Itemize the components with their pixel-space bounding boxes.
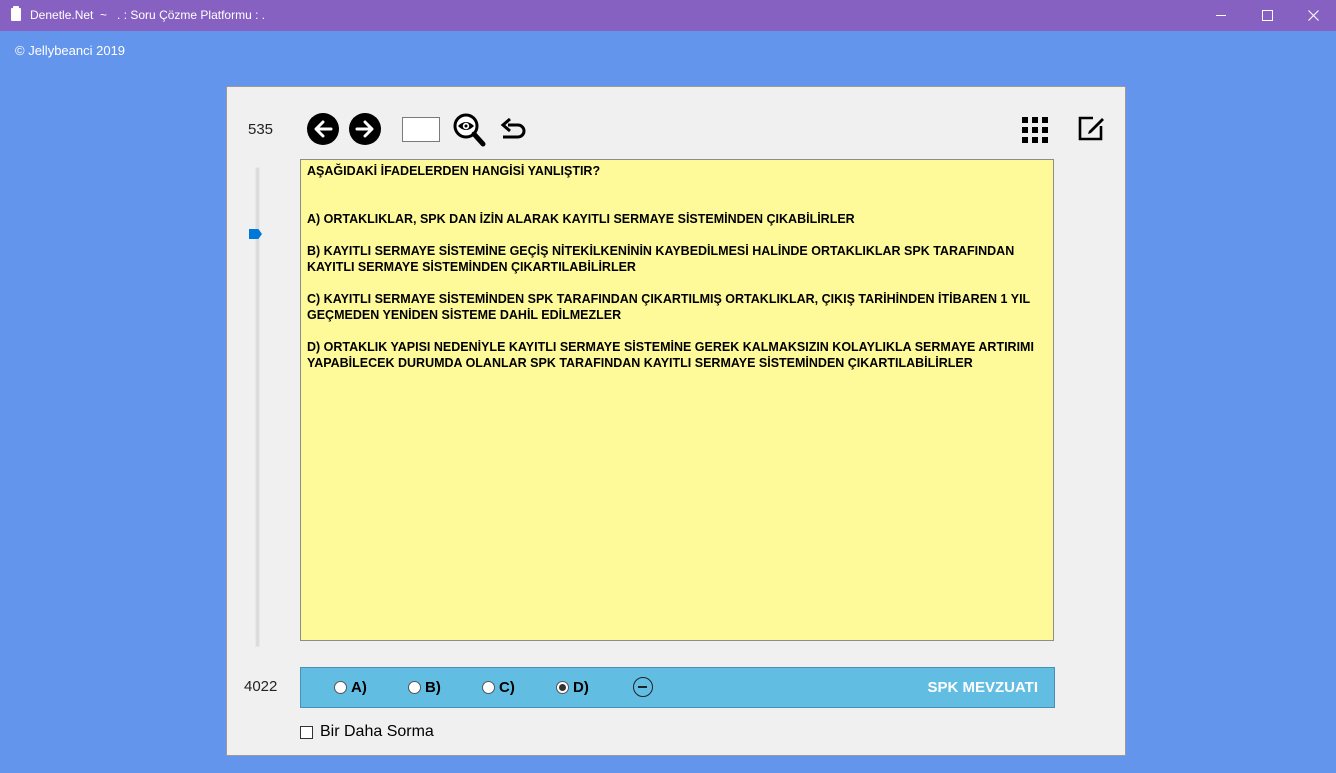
edit-button[interactable] [1077,113,1107,143]
topic-label: SPK MEVZUATI [927,679,1038,696]
question-option-b: B) KAYITLI SERMAYE SİSTEMİNE GEÇİŞ NİTEK… [307,244,1015,274]
question-stem: AŞAĞIDAKİ İFADELERDEN HANGİSİ YANLIŞTIR? [307,164,601,178]
minus-circle-icon[interactable] [633,677,653,697]
slider-thumb[interactable] [249,229,262,239]
edit-icon [1078,116,1104,141]
checkbox-box[interactable] [300,725,313,739]
answer-radio-a[interactable]: A) [334,668,367,707]
minimize-button[interactable] [1198,0,1244,31]
grid-icon [1022,117,1048,143]
answer-radio-d[interactable]: D) [556,668,589,707]
answer-radio-b[interactable]: B) [408,668,441,707]
window-title: Denetle.Net ~ . : Soru Çözme Platformu :… [30,8,266,22]
radio-circle[interactable] [482,681,495,694]
answer-label-a: A) [351,679,367,696]
goto-question-input[interactable] [402,117,440,142]
question-grid-button[interactable] [1020,115,1050,145]
radio-circle-selected[interactable] [556,681,569,694]
search-button[interactable] [452,113,488,147]
question-panel: 535 4022 AŞAĞIDAKİ İFADELERDEN HANGİSİ Y… [226,86,1126,756]
next-button[interactable] [349,113,381,145]
app-icon [11,6,21,21]
total-question-count: 4022 [244,678,278,695]
arrow-right-circle-icon [355,120,374,138]
radio-circle[interactable] [408,681,421,694]
answer-label-c: C) [499,679,515,696]
undo-icon [500,117,526,139]
undo-button[interactable] [499,117,529,145]
maximize-button[interactable] [1244,0,1290,31]
close-button[interactable] [1290,0,1336,31]
answer-radio-c[interactable]: C) [482,668,515,707]
question-option-d: D) ORTAKLIK YAPISI NEDENİYLE KAYITLI SER… [307,340,1034,370]
answer-bar: A) B) C) D) SPK MEVZUATI [300,667,1055,708]
magnifier-eye-icon [453,113,486,147]
copyright-label: © Jellybeanci 2019 [15,43,126,58]
question-text-box: AŞAĞIDAKİ İFADELERDEN HANGİSİ YANLIŞTIR?… [300,159,1054,641]
dont-ask-again-label: Bir Daha Sorma [320,723,434,740]
question-option-a: A) ORTAKLIKLAR, SPK DAN İZİN ALARAK KAYI… [307,212,855,226]
arrow-left-circle-icon [314,120,333,138]
question-option-c: C) KAYITLI SERMAYE SİSTEMİNDEN SPK TARAF… [307,292,1030,322]
title-bar: Denetle.Net ~ . : Soru Çözme Platformu :… [0,0,1336,31]
answer-label-d: D) [573,679,589,696]
dont-ask-again-checkbox[interactable]: Bir Daha Sorma [300,723,434,741]
close-icon [1307,10,1319,21]
minimize-icon [1216,15,1226,16]
previous-button[interactable] [307,113,339,145]
question-slider[interactable] [255,167,260,647]
current-question-number: 535 [248,121,274,138]
answer-label-b: B) [425,679,441,696]
radio-circle[interactable] [334,681,347,694]
maximize-icon [1261,10,1273,21]
